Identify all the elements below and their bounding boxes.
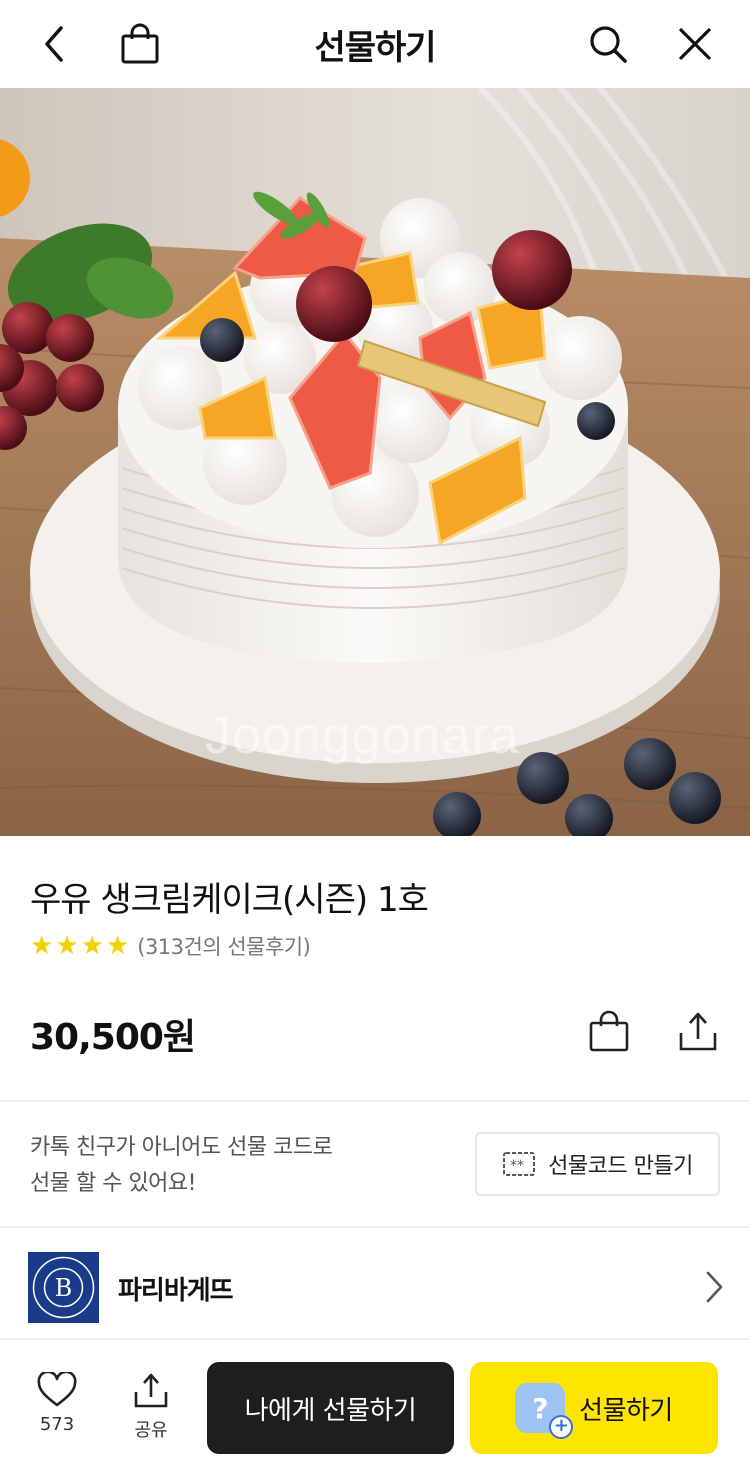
product-price: 30,500원 <box>30 1017 196 1058</box>
like-button[interactable]: 573 <box>22 1372 92 1435</box>
code-ticket-icon: ** <box>503 1152 536 1176</box>
close-button[interactable] <box>667 16 723 72</box>
page-title: 선물하기 <box>314 28 436 68</box>
product-image: Joonggonara <box>0 88 750 836</box>
share-icon <box>679 1012 717 1051</box>
cake-illustration: Joonggonara <box>0 88 750 836</box>
create-gift-code-button[interactable]: ** 선물코드 만들기 <box>475 1132 720 1196</box>
svg-text:**: ** <box>510 1158 524 1174</box>
share-icon <box>134 1373 168 1408</box>
friend-gift-icon: ? + <box>515 1383 574 1439</box>
rating-row[interactable]: ★ ★ ★ ★ (313건의 선물후기) <box>30 931 311 961</box>
paris-baguette-logo: B <box>32 1256 95 1319</box>
close-icon <box>679 28 711 60</box>
gift-code-line-1: 카톡 친구가 아니어도 선물 코드로 <box>30 1135 333 1160</box>
add-to-cart-button[interactable] <box>584 1006 634 1056</box>
section-divider <box>0 1100 750 1102</box>
gift-code-description: 카톡 친구가 아니어도 선물 코드로 선물 할 수 있어요! <box>30 1130 333 1202</box>
star-rating: ★ ★ ★ ★ <box>30 933 129 959</box>
share-button[interactable]: 공유 <box>116 1372 186 1442</box>
bottom-action-bar: 573 공유 나에게 선물하기 ? + 선물하기 <box>0 1338 750 1478</box>
like-count: 573 <box>39 1414 75 1435</box>
search-icon <box>590 26 627 63</box>
brand-logo: B <box>28 1252 99 1323</box>
friend-gift-icon-glyph: ? <box>532 1391 549 1425</box>
top-header: 선물하기 <box>0 0 750 88</box>
product-title: 우유 생크림케이크(시즌) 1호 <box>30 880 429 920</box>
gift-button[interactable]: ? + 선물하기 <box>470 1362 718 1454</box>
shopping-bag-icon <box>589 1010 629 1052</box>
plus-icon: + <box>549 1415 574 1439</box>
section-divider <box>0 1226 750 1228</box>
create-gift-code-label: 선물코드 만들기 <box>548 1154 693 1179</box>
gift-to-self-button[interactable]: 나에게 선물하기 <box>207 1362 454 1454</box>
review-count-link[interactable]: (313건의 선물후기) <box>137 931 311 961</box>
heart-icon <box>37 1372 77 1407</box>
star-icon: ★ <box>30 931 54 961</box>
watermark-text: Joonggonara <box>205 707 520 765</box>
chevron-right-icon <box>706 1271 723 1303</box>
brand-name: 파리바게뜨 <box>118 1276 234 1306</box>
brand-logo-letter: B <box>55 1274 73 1302</box>
search-button[interactable] <box>580 16 636 72</box>
brand-link[interactable]: B 파리바게뜨 <box>0 1232 750 1336</box>
gift-code-line-2: 선물 할 수 있어요! <box>30 1171 196 1196</box>
star-icon: ★ <box>80 931 104 961</box>
share-product-button[interactable] <box>673 1006 723 1056</box>
gift-button-label: 선물하기 <box>579 1395 673 1426</box>
star-icon: ★ <box>105 931 130 961</box>
star-icon: ★ <box>55 931 79 961</box>
share-label: 공유 <box>134 1420 168 1441</box>
